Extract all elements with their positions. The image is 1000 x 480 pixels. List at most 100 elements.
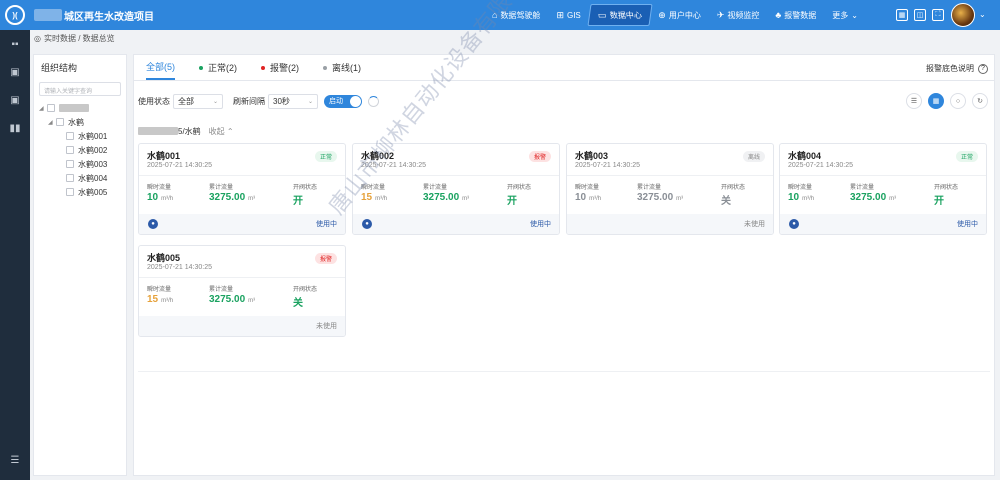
metric-number: 15 xyxy=(361,192,373,203)
tab-2[interactable]: 报警(2) xyxy=(261,61,299,80)
top-navbar: )( 城区再生水改造项目 ⌂ 数据驾驶舱 ⊞ GIS ▭ 数据中心 ⊕ 用户中心 ✈ 视频监控 ♣ 报… xyxy=(0,0,1000,30)
nav-item-0[interactable]: ⌂ 数据驾驶舱 xyxy=(484,4,548,26)
tree-items: 水鹤001 水鹤002 水鹤003 水鹤004 水鹤005 xyxy=(34,129,126,199)
metric-unit: m³/h xyxy=(161,196,174,202)
gis-icon: ⊞ xyxy=(556,9,564,20)
tree-node-label: 水鹤003 xyxy=(78,159,108,169)
device-name: 水鹤004 xyxy=(788,151,822,161)
filter-toolbar: 使用状态 全部 ⌄ 刷新间隔 30秒 ⌄ 启动 xyxy=(138,93,379,109)
device-timestamp: 2025-07-21 14:30:25 xyxy=(361,162,426,169)
user-icon[interactable]: ● xyxy=(148,219,158,229)
chevron-down-icon[interactable]: ⌄ xyxy=(979,10,986,19)
nav-item-4[interactable]: ✈ 视频监控 xyxy=(709,4,768,26)
nav-item-3[interactable]: ⊕ 用户中心 xyxy=(650,4,709,26)
tab-3[interactable]: 离线(1) xyxy=(323,61,361,80)
nav-item-1[interactable]: ⊞ GIS xyxy=(548,4,588,26)
caret-down-icon[interactable]: ◢ xyxy=(48,119,56,126)
device-card[interactable]: 水鹤001 2025-07-21 14:30:25 正常 瞬时流量 10 m³/h 累计流量… xyxy=(138,143,346,235)
tree-node-label: 水鹤002 xyxy=(78,145,108,155)
sidebar-chart-icon[interactable]: ▮▮ xyxy=(0,114,30,142)
metric-unit: m³/h xyxy=(589,196,602,202)
metric-number: 10 xyxy=(788,192,800,203)
device-card[interactable]: 水鹤003 2025-07-21 14:30:25 离线 瞬时流量 10 m³/h 累计流量… xyxy=(566,143,774,235)
tree-checkbox[interactable] xyxy=(66,188,74,196)
usage-status: 未使用 xyxy=(744,221,765,228)
org-tree-panel: 组织结构 请输入关键字查询 ◢ ◢ 水鹤 水鹤001 水鹤002 水鹤003 水鹤00… xyxy=(33,54,127,476)
status-badge: 离线 xyxy=(742,151,765,162)
device-card[interactable]: 水鹤004 2025-07-21 14:30:25 正常 瞬时流量 10 m³/h 累计流量… xyxy=(779,143,987,235)
tab-1[interactable]: 正常(2) xyxy=(199,61,237,80)
sidebar-monitor-icon[interactable]: ▣ xyxy=(0,58,30,86)
metric-number: 开 xyxy=(934,196,944,207)
card-footer: 未使用 xyxy=(139,316,345,336)
collapse-toggle[interactable]: 收起 ⌃ xyxy=(209,126,234,137)
status-filter-label: 使用状态 xyxy=(138,96,170,106)
search-icon[interactable]: ○ xyxy=(950,93,966,109)
data-center-icon: ▭ xyxy=(596,9,607,20)
sidebar-menu-icon[interactable]: ☰ xyxy=(0,446,30,474)
device-timestamp: 2025-07-21 14:30:25 xyxy=(147,162,212,169)
left-sidebar: ▪▪ ▣ ▣ ▮▮ ☰ xyxy=(0,30,30,480)
metric-number: 关 xyxy=(721,196,731,207)
nav-item-2[interactable]: ▭ 数据中心 xyxy=(587,4,652,26)
tab-0[interactable]: 全部(5) xyxy=(146,60,175,80)
window-icon[interactable]: ◫ xyxy=(914,9,926,21)
device-timestamp: 2025-07-21 14:30:25 xyxy=(147,264,212,271)
tree-node-device[interactable]: 水鹤001 xyxy=(34,129,126,143)
grid-icon[interactable]: ▦ xyxy=(896,9,908,21)
alarm-color-legend-link[interactable]: 报警底色说明 ? xyxy=(926,63,988,74)
metric-label-total: 累计流量 xyxy=(850,185,875,191)
tree-node-root[interactable]: ◢ xyxy=(34,101,126,115)
breadcrumb-path: 实时数据 / 数据总览 xyxy=(43,33,115,43)
device-card[interactable]: 水鹤002 2025-07-21 14:30:25 报警 瞬时流量 15 m³/h 累计流量… xyxy=(352,143,560,235)
nav-item-5[interactable]: ♣ 报警数据 xyxy=(767,4,824,26)
nav-item-6[interactable]: 更多 ⌄ xyxy=(824,4,866,26)
metric-unit: m³ xyxy=(248,196,256,202)
tree-checkbox[interactable] xyxy=(56,118,64,126)
metric-number: 3275.00 xyxy=(209,294,246,305)
grid-view-icon[interactable]: ▦ xyxy=(928,93,944,109)
tree-checkbox[interactable] xyxy=(66,146,74,154)
tree-node-label: 水鹤005 xyxy=(78,187,108,197)
app-title-redacted xyxy=(34,9,62,21)
nav-label: 数据中心 xyxy=(608,10,642,20)
divider xyxy=(139,277,345,278)
refresh-select[interactable]: 30秒 ⌄ xyxy=(268,93,318,109)
tree-checkbox[interactable] xyxy=(47,104,55,112)
fullscreen-icon[interactable]: ⛶ xyxy=(932,9,944,21)
tree-node-device[interactable]: 水鹤003 xyxy=(34,157,126,171)
refresh-icon[interactable]: ↻ xyxy=(972,93,988,109)
metric-number: 3275.00 xyxy=(209,192,246,203)
caret-down-icon[interactable]: ◢ xyxy=(39,105,47,112)
status-select[interactable]: 全部 ⌄ xyxy=(173,93,223,109)
metric-label-instant: 瞬时流量 xyxy=(147,185,172,191)
metric-label-total: 累计流量 xyxy=(209,185,234,191)
auto-refresh-toggle[interactable]: 启动 xyxy=(324,94,362,108)
list-view-icon[interactable]: ☰ xyxy=(906,93,922,109)
tree-node-device[interactable]: 水鹤005 xyxy=(34,185,126,199)
status-badge: 报警 xyxy=(314,253,337,264)
card-footer: ● 使用中 xyxy=(353,214,559,234)
metric-label-valve: 开阀状态 xyxy=(507,185,532,191)
user-icon[interactable]: ● xyxy=(362,219,372,229)
tree-search-input[interactable]: 请输入关键字查询 xyxy=(39,82,121,96)
tree-checkbox[interactable] xyxy=(66,160,74,168)
sidebar-grid-icon[interactable]: ▪▪ xyxy=(0,30,30,58)
help-icon[interactable]: ? xyxy=(978,63,988,74)
metric-label-total: 累计流量 xyxy=(423,185,448,191)
user-avatar[interactable] xyxy=(951,3,975,27)
device-name: 水鹤005 xyxy=(147,253,181,263)
chevron-down-icon: ⌄ xyxy=(851,10,858,20)
nav-label: 更多 xyxy=(832,10,849,20)
tree-node-device[interactable]: 水鹤004 xyxy=(34,171,126,185)
sidebar-display-icon[interactable]: ▣ xyxy=(0,86,30,114)
tree-checkbox[interactable] xyxy=(66,174,74,182)
metric-number: 开 xyxy=(293,196,303,207)
status-dot-icon xyxy=(199,65,203,70)
tree-node-device[interactable]: 水鹤002 xyxy=(34,143,126,157)
device-card[interactable]: 水鹤005 2025-07-21 14:30:25 报警 瞬时流量 15 m³/h 累计流量… xyxy=(138,245,346,337)
tree-checkbox[interactable] xyxy=(66,132,74,140)
tree-node-folder[interactable]: ◢ 水鹤 xyxy=(34,115,126,129)
user-icon[interactable]: ● xyxy=(789,219,799,229)
status-select-value: 全部 xyxy=(178,96,194,106)
